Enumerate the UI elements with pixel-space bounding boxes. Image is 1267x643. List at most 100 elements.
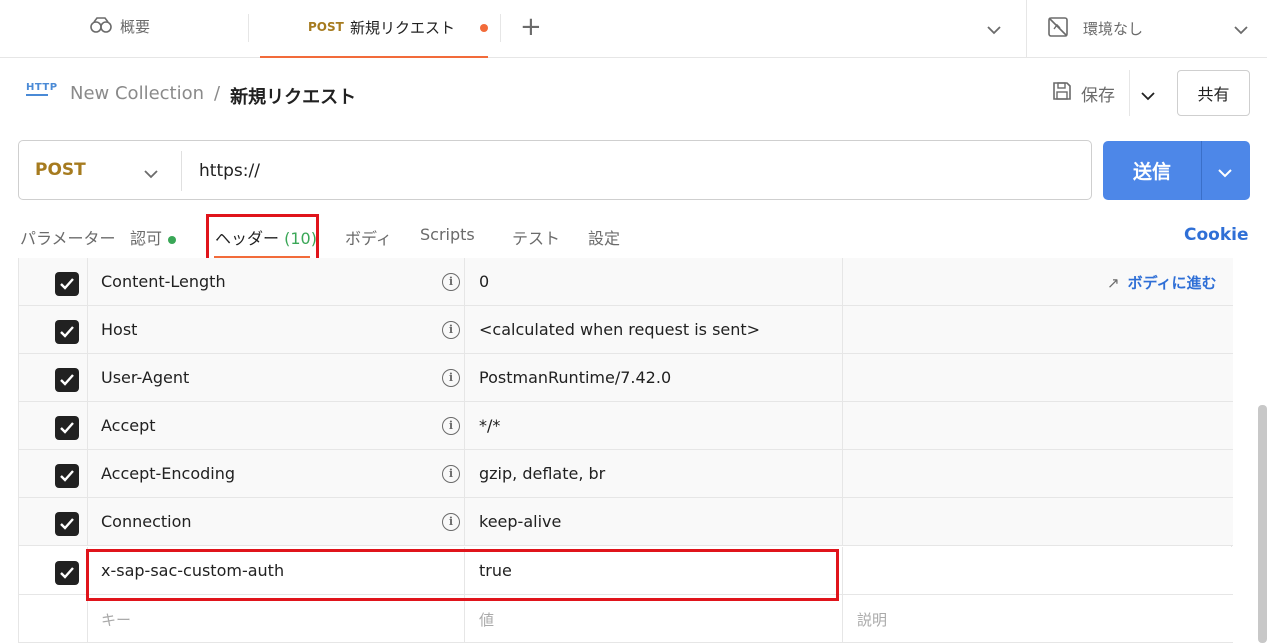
share-button[interactable]: 共有	[1177, 70, 1250, 116]
header-value: PostmanRuntime/7.42.0	[479, 368, 672, 387]
column-divider	[842, 498, 843, 546]
checkbox-checked-icon[interactable]	[55, 512, 79, 536]
url-input[interactable]	[199, 151, 1079, 191]
column-divider	[842, 450, 843, 498]
header-key: Accept-Encoding	[101, 464, 236, 483]
info-icon[interactable]: i	[442, 321, 460, 339]
info-icon[interactable]: i	[442, 513, 460, 531]
checkbox-checked-icon[interactable]	[55, 561, 79, 585]
no-environment-icon	[1047, 16, 1069, 42]
description-placeholder[interactable]: 説明	[857, 609, 887, 630]
save-label: 保存	[1081, 86, 1115, 106]
tab-scripts[interactable]: Scripts	[420, 225, 475, 244]
column-divider	[87, 498, 88, 546]
tabs-chevron-down-icon[interactable]	[986, 20, 1002, 39]
new-header-row: キー 値 説明	[19, 595, 1233, 643]
info-icon[interactable]: i	[442, 417, 460, 435]
column-divider	[842, 402, 843, 450]
column-divider	[87, 595, 88, 643]
tab-body[interactable]: ボディ	[345, 225, 392, 249]
method-selector[interactable]: POST	[35, 160, 86, 180]
checkbox-checked-icon[interactable]	[55, 416, 79, 440]
column-divider	[87, 258, 88, 306]
tab-overview[interactable]: 概要	[90, 16, 150, 37]
save-button[interactable]: 保存	[1051, 80, 1115, 107]
environment-label: 環境なし	[1083, 20, 1144, 38]
column-divider	[842, 547, 843, 595]
tab-new-request[interactable]: POST 新規リクエスト	[260, 0, 488, 58]
table-row: Host i <calculated when request is sent>	[19, 306, 1233, 354]
checkbox-checked-icon[interactable]	[55, 368, 79, 392]
value-placeholder[interactable]: 値	[479, 609, 494, 630]
send-button[interactable]: 送信	[1103, 141, 1250, 200]
binoculars-icon	[90, 16, 112, 37]
checkbox-checked-icon[interactable]	[55, 464, 79, 488]
info-icon[interactable]: i	[442, 273, 460, 291]
header-key: Accept	[101, 416, 156, 435]
breadcrumb-collection[interactable]: New Collection	[70, 83, 204, 109]
header-value: <calculated when request is sent>	[479, 320, 761, 339]
cookie-link[interactable]: Cookie	[1184, 225, 1249, 245]
column-divider	[87, 402, 88, 450]
breadcrumb-request-name[interactable]: 新規リクエスト	[230, 83, 356, 109]
url-divider	[181, 151, 182, 191]
save-options-chevron-icon[interactable]	[1140, 86, 1156, 105]
column-divider	[464, 402, 465, 450]
header-key: Connection	[101, 512, 192, 531]
send-divider	[1201, 141, 1202, 200]
tab-name: 新規リクエスト	[350, 19, 456, 37]
tab-method: POST	[308, 20, 344, 34]
header-value: keep-alive	[479, 512, 562, 531]
tab-bar: 概要 POST 新規リクエスト + 環境なし	[0, 0, 1267, 58]
http-icon: HTTP	[26, 82, 58, 96]
column-divider	[464, 498, 465, 546]
header-key: Host	[101, 320, 138, 339]
tab-settings[interactable]: 設定	[588, 225, 620, 249]
table-row: Accept-Encoding i gzip, deflate, br	[19, 450, 1233, 498]
table-row: Content-Length i 0 ↗ ボディに進む	[19, 258, 1233, 306]
header-value: 0	[479, 272, 490, 291]
key-placeholder[interactable]: キー	[101, 609, 131, 630]
info-icon[interactable]: i	[442, 369, 460, 387]
save-divider	[1129, 70, 1130, 116]
breadcrumb-separator: /	[214, 83, 221, 104]
header-key: User-Agent	[101, 368, 190, 387]
tab-tests[interactable]: テスト	[512, 225, 560, 249]
method-chevron-down-icon[interactable]	[143, 164, 159, 183]
column-divider	[87, 450, 88, 498]
add-tab-button[interactable]: +	[520, 14, 542, 40]
info-icon[interactable]: i	[442, 465, 460, 483]
column-divider	[842, 595, 843, 643]
column-divider	[464, 595, 465, 643]
unsaved-dot-icon	[480, 24, 488, 32]
environment-selector[interactable]: 環境なし	[1026, 0, 1267, 58]
scrollbar[interactable]	[1258, 405, 1267, 643]
send-chevron-down-icon[interactable]	[1217, 163, 1233, 182]
checkbox-checked-icon[interactable]	[55, 272, 79, 296]
column-divider	[842, 354, 843, 402]
column-divider	[464, 306, 465, 354]
table-row: Connection i keep-alive	[19, 498, 1233, 546]
arrow-up-right-icon: ↗	[1107, 274, 1120, 292]
tab-params[interactable]: パラメーター	[20, 225, 116, 249]
checkbox-checked-icon[interactable]	[55, 320, 79, 344]
tab-authorization[interactable]: 認可	[130, 225, 177, 249]
breadcrumb: New Collection / 新規リクエスト	[70, 83, 356, 109]
send-label: 送信	[1132, 161, 1171, 183]
header-value: gzip, deflate, br	[479, 464, 606, 483]
chevron-down-icon	[1233, 20, 1249, 39]
table-row: User-Agent i PostmanRuntime/7.42.0	[19, 354, 1233, 402]
column-divider	[464, 450, 465, 498]
column-divider	[464, 258, 465, 306]
url-bar: POST	[18, 140, 1092, 200]
request-tabs: パラメーター 認可 ヘッダー (10) ボディ Scripts テスト 設定	[0, 212, 1267, 258]
go-to-body-link[interactable]: ↗ ボディに進む	[1107, 272, 1217, 293]
custom-header-highlight	[86, 549, 839, 601]
tab-divider	[500, 14, 501, 42]
column-divider	[842, 258, 843, 306]
header-key: Content-Length	[101, 272, 226, 291]
save-icon	[1051, 80, 1073, 107]
table-row: Accept i */*	[19, 402, 1233, 450]
tab-overview-label: 概要	[120, 18, 151, 36]
column-divider	[464, 354, 465, 402]
